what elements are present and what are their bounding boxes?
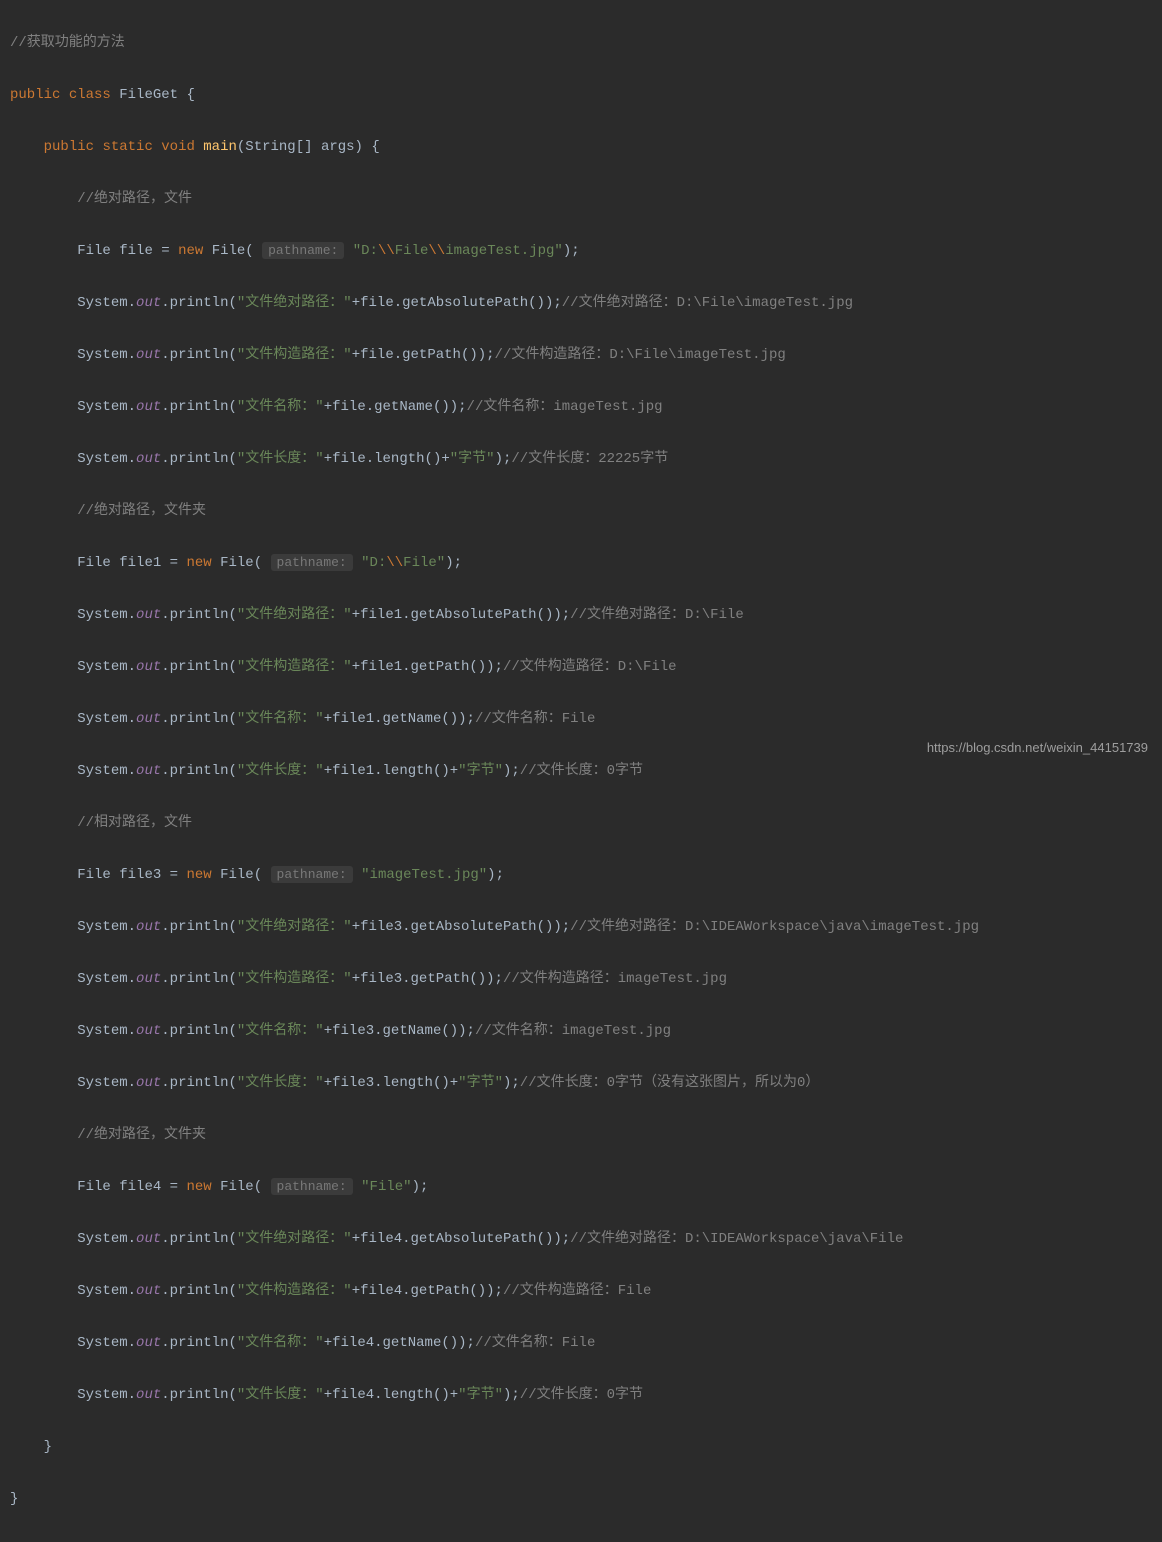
code-line: System.out.println("文件绝对路径："+file4.getAb… — [10, 1226, 1162, 1252]
code-line: System.out.println("文件构造路径："+file1.getPa… — [10, 654, 1162, 680]
code-line: System.out.println("文件构造路径："+file4.getPa… — [10, 1278, 1162, 1304]
code-line: File file4 = new File( pathname: "File")… — [10, 1174, 1162, 1200]
code-line: System.out.println("文件长度："+file.length()… — [10, 446, 1162, 472]
code-line: public static void main(String[] args) { — [10, 134, 1162, 160]
watermark-text: https://blog.csdn.net/weixin_44151739 — [927, 735, 1148, 761]
code-line: System.out.println("文件名称："+file4.getName… — [10, 1330, 1162, 1356]
code-line: } — [10, 1434, 1162, 1460]
code-line: System.out.println("文件名称："+file3.getName… — [10, 1018, 1162, 1044]
code-line: System.out.println("文件名称："+file.getName(… — [10, 394, 1162, 420]
code-line: System.out.println("文件长度："+file1.length(… — [10, 758, 1162, 784]
code-line: //绝对路径，文件夹 — [10, 498, 1162, 524]
code-line: System.out.println("文件构造路径："+file.getPat… — [10, 342, 1162, 368]
code-line: System.out.println("文件绝对路径："+file3.getAb… — [10, 914, 1162, 940]
code-line: System.out.println("文件绝对路径："+file1.getAb… — [10, 602, 1162, 628]
code-line: File file3 = new File( pathname: "imageT… — [10, 862, 1162, 888]
code-line: //绝对路径，文件 — [10, 186, 1162, 212]
code-line: //相对路径，文件 — [10, 810, 1162, 836]
code-line: File file1 = new File( pathname: "D:\\Fi… — [10, 550, 1162, 576]
code-line: //绝对路径，文件夹 — [10, 1122, 1162, 1148]
code-line: System.out.println("文件构造路径："+file3.getPa… — [10, 966, 1162, 992]
code-editor[interactable]: //获取功能的方法 public class FileGet { public … — [0, 0, 1162, 1542]
code-line: File file = new File( pathname: "D:\\Fil… — [10, 238, 1162, 264]
code-line: public class FileGet { — [10, 82, 1162, 108]
code-line: //获取功能的方法 — [10, 30, 1162, 56]
code-line: System.out.println("文件绝对路径："+file.getAbs… — [10, 290, 1162, 316]
code-line: } — [10, 1486, 1162, 1512]
code-line: System.out.println("文件名称："+file1.getName… — [10, 706, 1162, 732]
code-line: System.out.println("文件长度："+file3.length(… — [10, 1070, 1162, 1096]
code-line: System.out.println("文件长度："+file4.length(… — [10, 1382, 1162, 1408]
